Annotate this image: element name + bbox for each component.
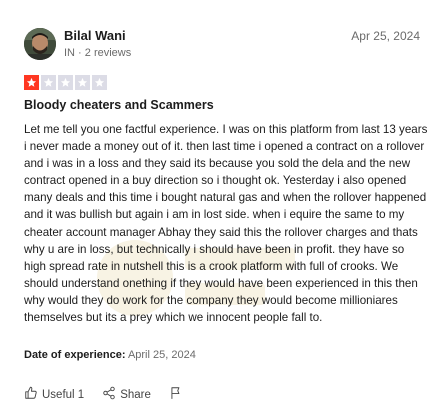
review-title[interactable]: Bloody cheaters and Scammers [24, 98, 214, 112]
date-of-experience-label: Date of experience: [24, 349, 126, 361]
author-name[interactable]: Bilal Wani [64, 28, 126, 43]
review-body: Let me tell you one factful experience. … [24, 123, 428, 325]
star-icon [75, 75, 90, 90]
star-icon [41, 75, 56, 90]
useful-label: Useful 1 [42, 388, 85, 401]
share-label: Share [120, 388, 151, 401]
avatar[interactable] [24, 28, 56, 60]
star-rating [24, 75, 107, 90]
review-actions: Useful 1 Share [24, 386, 201, 403]
star-icon [24, 75, 39, 90]
flag-icon [169, 386, 183, 403]
review-card: Bilal Wani IN · 2 reviews Apr 25, 2024 B… [0, 0, 432, 417]
review-date: Apr 25, 2024 [351, 29, 420, 43]
share-button[interactable]: Share [102, 386, 151, 403]
star-icon [92, 75, 107, 90]
useful-button[interactable]: Useful 1 [24, 386, 84, 403]
date-of-experience: Date of experience: April 25, 2024 [24, 349, 196, 361]
share-icon [102, 386, 116, 403]
author-meta: IN · 2 reviews [64, 47, 132, 59]
thumbs-up-icon [24, 386, 38, 403]
date-of-experience-value: April 25, 2024 [127, 349, 196, 361]
star-icon [58, 75, 73, 90]
flag-button[interactable] [169, 386, 183, 403]
